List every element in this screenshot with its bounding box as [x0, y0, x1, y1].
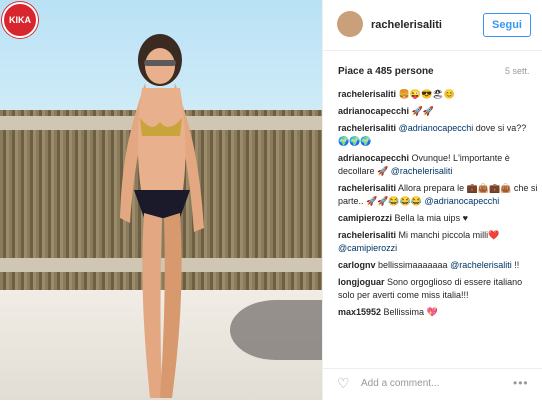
comment-mention[interactable]: @camipierozzi	[338, 243, 397, 253]
list-item: rachelerisaliti @adrianocapecchi dove si…	[338, 122, 538, 148]
likes-count[interactable]: Piace a 485 persone	[338, 66, 434, 77]
comment-user[interactable]: rachelerisaliti	[338, 230, 396, 240]
comment-user[interactable]: rachelerisaliti	[338, 183, 396, 193]
comment-bar: ♡ Add a comment... •••	[323, 368, 542, 401]
list-item: rachelerisaliti Mi manchi piccola milli❤…	[338, 229, 538, 255]
comment-text: Mi manchi piccola milli❤️	[396, 230, 500, 240]
avatar[interactable]	[337, 11, 363, 37]
post-panel: rachelerisaliti Segui Piace a 485 person…	[322, 0, 542, 400]
comment-mention[interactable]: @rachelerisaliti	[450, 260, 512, 270]
list-item: camipierozzi Bella la mia uips ♥	[338, 212, 538, 225]
comment-list: rachelerisaliti 🍔😜😎🏖😊 adrianocapecchi 🚀🚀…	[338, 88, 538, 323]
list-item: adrianocapecchi Ovunque! L'importante è …	[338, 152, 538, 178]
comment-user[interactable]: rachelerisaliti	[338, 123, 396, 133]
comment-user[interactable]: longjoguar	[338, 277, 385, 287]
post-header: rachelerisaliti Segui	[323, 0, 542, 51]
follow-button[interactable]: Segui	[483, 13, 531, 37]
comment-user[interactable]: camipierozzi	[338, 213, 392, 223]
list-item: adrianocapecchi 🚀🚀	[338, 105, 538, 118]
add-comment-input[interactable]: Add a comment...	[361, 378, 439, 389]
kika-logo: KIKA	[2, 2, 38, 38]
list-item: longjoguar Sono orgoglioso di essere ita…	[338, 276, 538, 302]
comment-text: Bella la mia uips ♥	[392, 213, 468, 223]
more-options-icon[interactable]: •••	[513, 376, 529, 390]
comment-mention[interactable]: @adrianocapecchi	[399, 123, 474, 133]
comment-text: 🍔😜😎🏖😊	[396, 89, 455, 99]
post-photo[interactable]: KIKA	[0, 0, 322, 400]
list-item: rachelerisaliti 🍔😜😎🏖😊	[338, 88, 538, 101]
comment-user[interactable]: carlognv	[338, 260, 376, 270]
comment-user[interactable]: adrianocapecchi	[338, 106, 409, 116]
comment-user[interactable]: adrianocapecchi	[338, 153, 409, 163]
comment-text: Bellissima 💖	[381, 307, 438, 317]
photo-shadow	[230, 300, 322, 360]
post-time: 5 sett.	[505, 66, 530, 76]
comment-mention[interactable]: @rachelerisaliti	[391, 166, 453, 176]
list-item: max15952 Bellissima 💖	[338, 306, 538, 319]
comment-user[interactable]: max15952	[338, 307, 381, 317]
heart-icon[interactable]: ♡	[337, 375, 350, 392]
comment-tail: !!	[511, 260, 520, 270]
comment-text: 🚀🚀	[409, 106, 434, 116]
comment-mention[interactable]: @adrianocapecchi	[425, 196, 500, 206]
list-item: carlognv bellissimaaaaaaa @rachelerisali…	[338, 259, 538, 272]
comment-user[interactable]: rachelerisaliti	[338, 89, 396, 99]
list-item: rachelerisaliti Allora prepara le 💼👜💼👜 c…	[338, 182, 538, 208]
comment-text: bellissimaaaaaaa	[375, 260, 451, 270]
photo-person	[120, 34, 204, 398]
author-username[interactable]: rachelerisaliti	[371, 19, 442, 31]
